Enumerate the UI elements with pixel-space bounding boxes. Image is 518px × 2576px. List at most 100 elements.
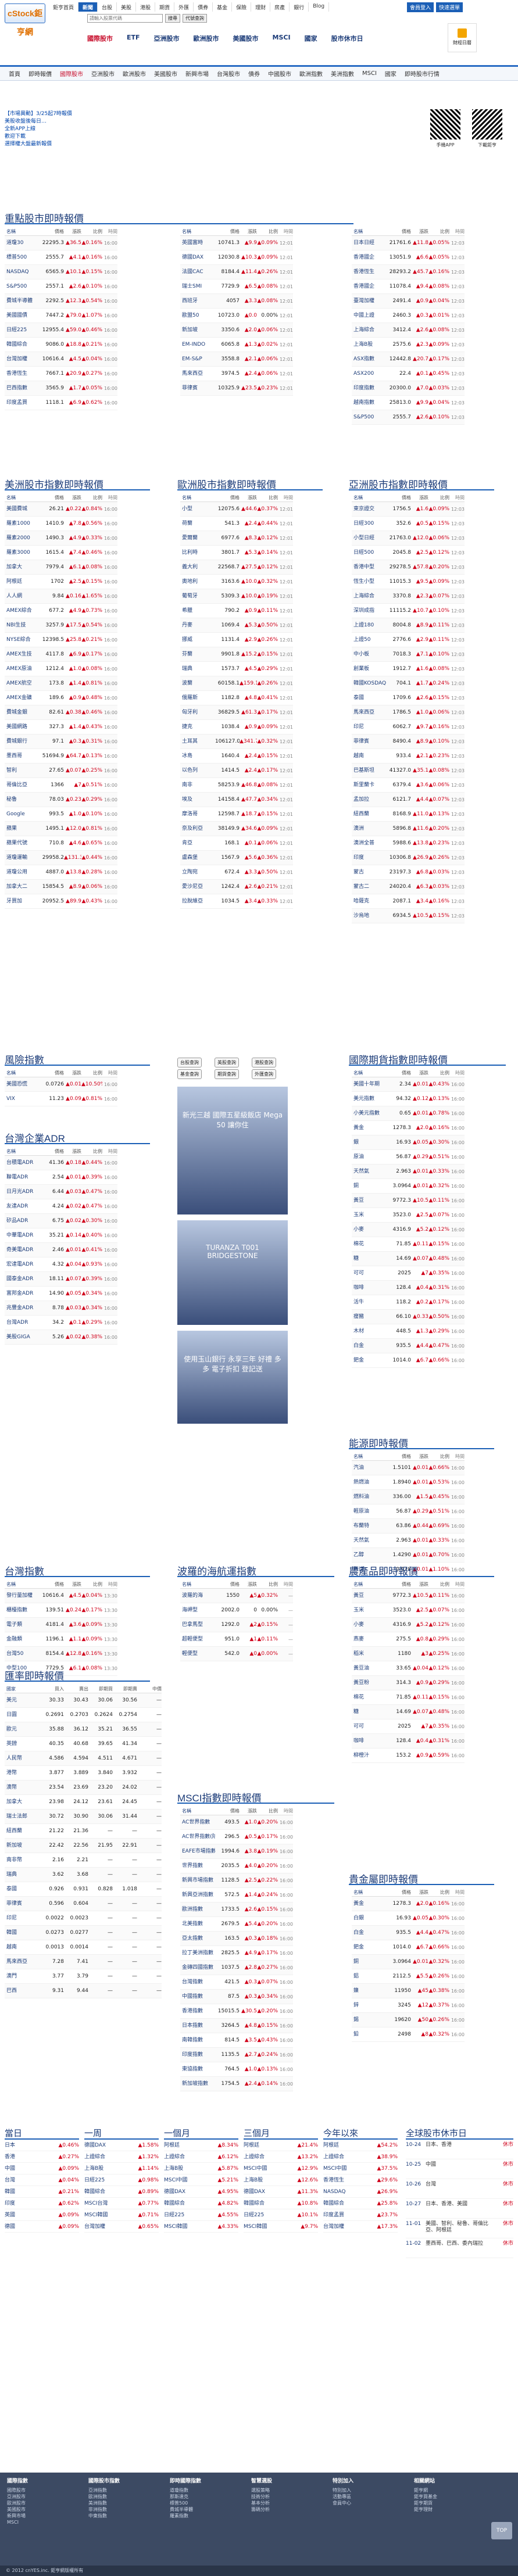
- table-row[interactable]: 棉花 71.85 ▲0.11 ▲0.15% 16:00: [352, 1690, 465, 1705]
- row-name[interactable]: 上海綜合: [352, 323, 387, 337]
- table-row[interactable]: 東京證交 1756.5 ▲1.6 ▲0.09% 12:03: [352, 502, 465, 517]
- perf-row[interactable]: 上證綜合 ▲6.12%: [164, 2151, 238, 2163]
- table-row[interactable]: 加拿大 23.98 24.12 23.61 24.45—: [5, 1795, 162, 1810]
- code-lookup-button[interactable]: 代號查詢: [183, 14, 207, 23]
- table-row[interactable]: 澳門 3.77 3.79— — —: [5, 1969, 162, 1984]
- row-name[interactable]: 羅素3000: [5, 546, 40, 560]
- table-row[interactable]: 南韓指數 814.5 ▲3.5 ▲0.43% 16:00: [180, 2033, 293, 2048]
- table-row[interactable]: 標普500 2555.7 ▲4.1 ▲0.16% 16:00: [5, 250, 117, 265]
- row-name[interactable]: 美國恐慌: [5, 1077, 40, 1091]
- table-row[interactable]: EM-INDO 6065.8 ▲1.3 ▲0.02% 12:01: [180, 338, 293, 352]
- perf-row[interactable]: MSCI台灣 ▲0.77%: [84, 2198, 159, 2209]
- row-name[interactable]: 道瓊30: [5, 236, 40, 250]
- table-row[interactable]: 中國上證 2460.3 ▲0.3 ▲0.01% 12:03: [352, 309, 465, 323]
- table-row[interactable]: 鋁 2112.5 ▲5.5 ▲0.26% 16:00: [352, 1969, 465, 1984]
- perf-row[interactable]: 德國 ▲0.09%: [5, 2221, 79, 2233]
- table-row[interactable]: 木材 448.5 ▲1.3 ▲0.29% 16:00: [352, 1324, 465, 1339]
- table-row[interactable]: 東協指數 764.5 ▲1.0 ▲0.13% 16:00: [180, 2062, 293, 2077]
- row-name[interactable]: 上證180: [352, 618, 387, 632]
- table-row[interactable]: 越南指數 25813.0 ▲9.9 ▲0.04% 12:03: [352, 396, 465, 410]
- perf-name[interactable]: 上海B股: [164, 2163, 203, 2174]
- row-name[interactable]: 可可: [352, 1719, 387, 1733]
- table-row[interactable]: 發行量加權 10616.4 ▲4.5 ▲0.04% 13:30: [5, 1589, 117, 1603]
- row-name[interactable]: 費城半導體: [5, 294, 40, 308]
- table-row[interactable]: 宏達電ADR 4.32 ▲0.04 ▲0.93% 16:00: [5, 1257, 117, 1272]
- table-row[interactable]: 金融類 1196.1 ▲1.1 ▲0.09% 13:30: [5, 1632, 117, 1647]
- search-button[interactable]: 搜尋: [165, 14, 180, 23]
- row-name[interactable]: 道瓊運輸: [5, 851, 40, 865]
- row-name[interactable]: 美國十年期: [352, 1077, 387, 1091]
- row-name[interactable]: 鋅: [352, 1998, 387, 2012]
- perf-name[interactable]: 台灣: [5, 2174, 44, 2186]
- perf-name[interactable]: 上證綜合: [244, 2151, 283, 2162]
- table-row[interactable]: 菲律賓 10325.9 ▲23.5 ▲0.23% 12:01: [180, 381, 293, 396]
- table-row[interactable]: 韓國綜合 9086.0 ▲18.8 ▲0.21% 16:00: [5, 338, 117, 352]
- table-row[interactable]: 櫃檯指數 139.51 ▲0.24 ▲0.17% 13:30: [5, 1603, 117, 1618]
- query-button[interactable]: 台股查詢: [177, 1058, 202, 1067]
- row-name[interactable]: 荷蘭: [180, 517, 215, 531]
- row-name[interactable]: 奇美電ADR: [5, 1243, 40, 1257]
- perf-name[interactable]: 印度孟買: [323, 2209, 363, 2220]
- row-name[interactable]: 新興亞洲指數: [180, 1888, 215, 1902]
- table-row[interactable]: 泰國 0.926 0.931 0.828 1.018—: [5, 1882, 162, 1897]
- table-row[interactable]: 紐西蘭 21.22 21.36— — —: [5, 1824, 162, 1839]
- row-name[interactable]: 燃料油: [352, 1490, 387, 1504]
- row-name[interactable]: 銅: [352, 1179, 387, 1193]
- row-name[interactable]: 肯亞: [180, 836, 215, 850]
- row-name[interactable]: 日經300: [352, 517, 387, 531]
- row-name[interactable]: 活牛: [352, 1295, 387, 1309]
- table-row[interactable]: 銀 16.93 ▲0.05 ▲0.30% 16:00: [352, 1135, 465, 1150]
- row-name[interactable]: 秘魯: [5, 793, 40, 807]
- table-row[interactable]: 台積電ADR 41.36 ▲0.18 ▲0.44% 16:00: [5, 1156, 117, 1170]
- row-name[interactable]: 丹麥: [180, 618, 215, 632]
- tab-item[interactable]: 國際股市: [56, 69, 87, 78]
- table-row[interactable]: 冰島 1640.4 ▲2.4 ▲0.15% 12:01: [180, 749, 293, 764]
- row-name[interactable]: 德國DAX: [180, 250, 215, 264]
- table-row[interactable]: 立陶宛 672.4 ▲3.3 ▲0.50% 12:01: [180, 865, 293, 880]
- perf-name[interactable]: 德國DAX: [84, 2140, 124, 2151]
- row-name[interactable]: VIX: [5, 1092, 40, 1106]
- table-row[interactable]: 羅素1000 1410.9 ▲7.8 ▲0.56% 16:00: [5, 517, 117, 531]
- table-row[interactable]: 瑞士法郎 30.72 30.90 30.06 31.44—: [5, 1810, 162, 1824]
- row-name[interactable]: 以色列: [180, 764, 215, 778]
- row-name[interactable]: 黃豆: [352, 1194, 387, 1208]
- row-name[interactable]: 鈀金: [352, 1940, 387, 1954]
- table-row[interactable]: 新興市場指數 1128.5 ▲2.5 ▲0.22% 16:00: [180, 1873, 293, 1888]
- row-name[interactable]: 鋁: [352, 1969, 387, 1983]
- perf-row[interactable]: 德國DAX ▲4.95%: [164, 2186, 238, 2198]
- table-row[interactable]: 費城銀行 97.1 ▲0.3 ▲0.31% 16:00: [5, 735, 117, 749]
- row-name[interactable]: S&P500: [5, 280, 40, 293]
- row-name[interactable]: 小型日經: [352, 531, 387, 545]
- table-row[interactable]: 新興亞洲指數 572.5 ▲1.4 ▲0.24% 16:00: [180, 1888, 293, 1903]
- row-name[interactable]: 東協指數: [180, 2062, 215, 2076]
- table-row[interactable]: 奧地利 3163.6 ▲10.0 ▲0.32% 12:01: [180, 575, 293, 589]
- subnav-item[interactable]: 歐洲股市: [188, 33, 227, 44]
- tab-item[interactable]: 美洲指數: [327, 69, 358, 78]
- table-row[interactable]: AMEX航空 173.8 ▲1.4 ▲0.81% 16:00: [5, 676, 117, 691]
- currency-name[interactable]: 新加坡: [5, 1839, 40, 1853]
- perf-row[interactable]: MSCI中國 ▲5.21%: [164, 2174, 238, 2186]
- table-row[interactable]: 中小板 7018.3 ▲7.1 ▲0.10% 12:03: [352, 647, 465, 662]
- table-row[interactable]: S&P500 2557.1 ▲2.6 ▲0.10% 16:00: [5, 280, 117, 294]
- row-name[interactable]: 印尼: [352, 720, 387, 734]
- table-row[interactable]: ASX200 22.4 ▲0.1 ▲0.45% 12:03: [352, 367, 465, 381]
- table-row[interactable]: 白金 935.5 ▲4.4 ▲0.47% 16:00: [352, 1926, 465, 1940]
- table-row[interactable]: 人人網 9.84 ▲0.16 ▲1.65% 16:00: [5, 589, 117, 604]
- row-name[interactable]: 發行量加權: [5, 1589, 40, 1603]
- table-row[interactable]: 越南 0.0013 0.0014— — —: [5, 1940, 162, 1955]
- row-name[interactable]: 哈薩克: [352, 894, 387, 908]
- table-row[interactable]: 金磚四國指數 1037.5 ▲2.8 ▲0.27% 16:00: [180, 1961, 293, 1975]
- table-row[interactable]: 瑞士SMI 7729.9 ▲6.5 ▲0.08% 12:01: [180, 280, 293, 294]
- table-row[interactable]: 芬蘭 9901.8 ▲15.2 ▲0.15% 12:01: [180, 647, 293, 662]
- table-row[interactable]: 義大利 22568.7 ▲27.5 ▲0.12% 12:01: [180, 560, 293, 575]
- table-row[interactable]: 馬來西亞 1786.5 ▲1.0 ▲0.06% 12:03: [352, 705, 465, 720]
- row-name[interactable]: 香港國企: [352, 250, 387, 264]
- row-name[interactable]: 美國費城: [5, 502, 40, 516]
- row-name[interactable]: 棉花: [352, 1237, 387, 1251]
- table-row[interactable]: 奈及利亞 38149.9 ▲34.6 ▲0.09% 12:01: [180, 822, 293, 836]
- table-row[interactable]: 恆生小型 11015.3 ▲9.5 ▲0.09% 12:03: [352, 575, 465, 589]
- row-name[interactable]: 白銀: [352, 1911, 387, 1925]
- table-row[interactable]: NASDAQ 6565.9 ▲10.1 ▲0.15% 16:00: [5, 265, 117, 280]
- subnav-item[interactable]: 亞洲股市: [148, 33, 188, 44]
- row-name[interactable]: 棉花: [352, 1690, 387, 1704]
